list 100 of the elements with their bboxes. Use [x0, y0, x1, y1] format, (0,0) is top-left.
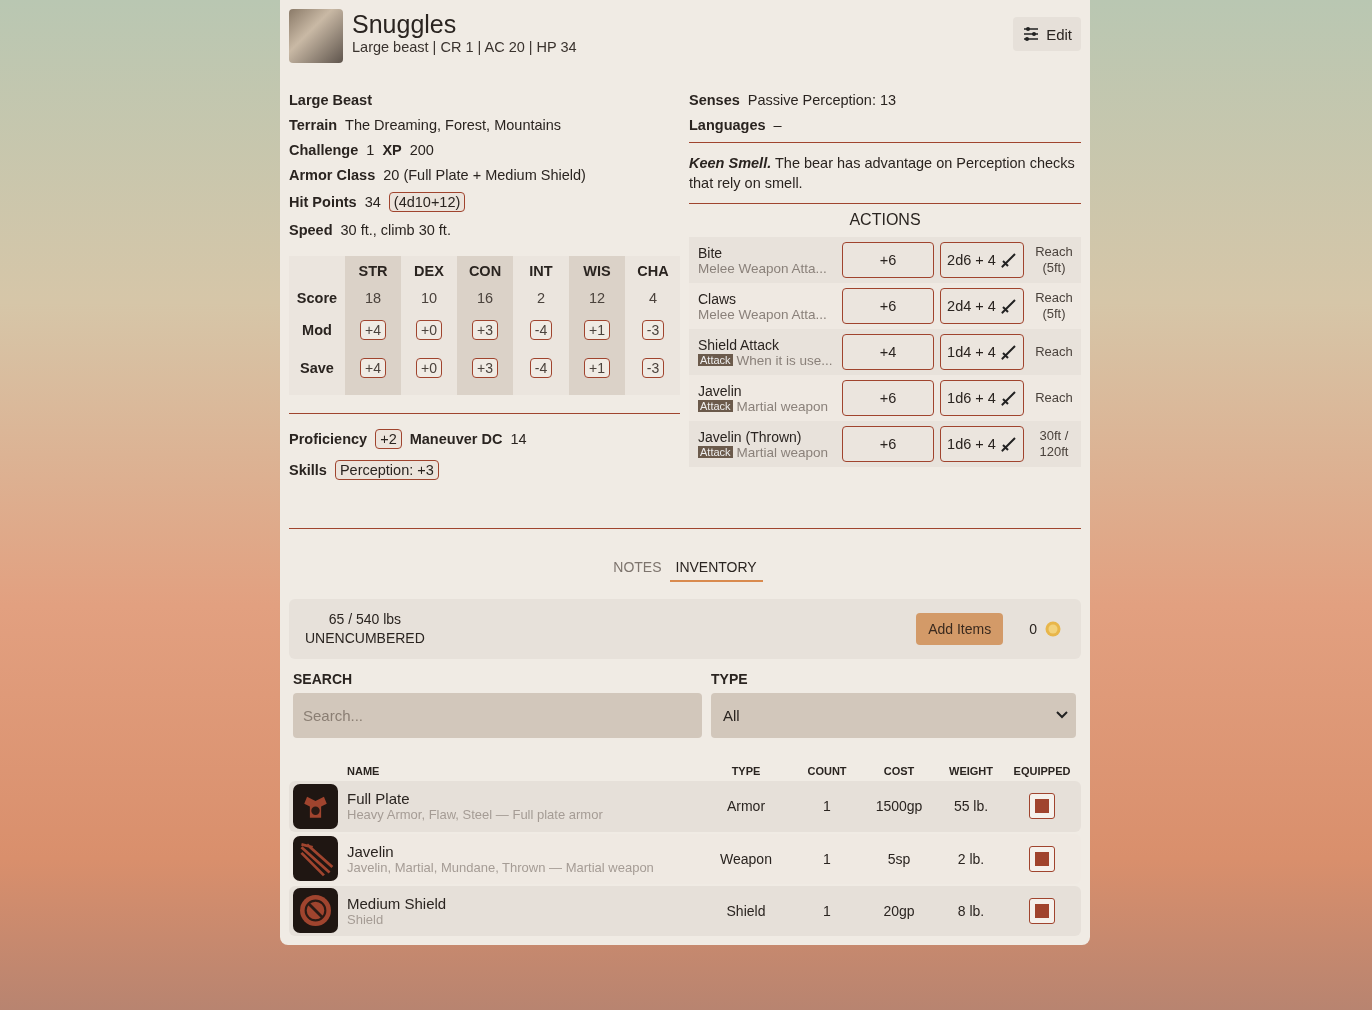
creature-type: Large Beast [289, 91, 372, 108]
encumbrance-status: UNENCUMBERED [305, 630, 425, 647]
item-description: Javelin, Martial, Mundane, Thrown — Martial weapon [347, 859, 655, 875]
action-range: Reach [1034, 344, 1074, 360]
field-label: Proficiency [289, 431, 368, 447]
modifier-button[interactable]: +4 [360, 320, 386, 340]
edit-button[interactable]: Edit [1013, 17, 1081, 51]
field-label: Terrain [289, 116, 338, 133]
action-description: Melee Weapon Atta... [698, 260, 827, 276]
modifier-button[interactable]: +1 [584, 320, 610, 340]
table-cell-text: Weapon [719, 850, 773, 867]
field-label: Senses [689, 91, 740, 108]
ability-name: DEX [414, 262, 444, 281]
ability-score: 2 [536, 289, 546, 308]
trait-text: Keen Smell. The bear has advantage on Perception checks that rely on smell. [689, 155, 1075, 191]
modifier-button[interactable]: -3 [641, 320, 665, 340]
table-cell-text: Shield [725, 902, 767, 919]
field-value: 34 [364, 194, 381, 210]
actions-heading: ACTIONS [848, 211, 922, 229]
search-label: SEARCH [293, 670, 354, 687]
action-name: Javelin (Thrown) [698, 428, 803, 445]
row-label: Score [296, 289, 338, 308]
table-cell-text: 1 [822, 850, 832, 867]
attack-roll-button[interactable]: +6 [842, 426, 934, 462]
damage-roll-button[interactable]: 2d6 + 4 [940, 242, 1024, 278]
modifier-button[interactable]: -4 [529, 320, 553, 340]
ability-name: CON [468, 262, 502, 281]
field-value: 1 [366, 141, 375, 158]
table-cell-text: Armor [725, 798, 767, 815]
field-label: Hit Points [289, 194, 357, 210]
ability-name: CHA [637, 262, 669, 281]
table-cell-text: 8 lb. [956, 902, 986, 919]
ability-name: WIS [583, 262, 611, 281]
field-value: 20 (Full Plate + Medium Shield) [383, 166, 586, 183]
action-description: Martial weapon [736, 398, 829, 414]
save-button[interactable]: -3 [641, 358, 665, 378]
action-name: Shield Attack [698, 336, 780, 353]
action-range: Reach [1034, 390, 1074, 406]
table-cell-text: 20gp [882, 902, 916, 919]
field-value: 14 [510, 431, 527, 447]
action-range: Reach (5ft) [1034, 290, 1074, 322]
save-button[interactable]: +1 [584, 358, 610, 378]
column-header: WEIGHT [948, 764, 994, 777]
field-label: Maneuver DC [409, 431, 503, 447]
damage-roll-button[interactable]: 1d6 + 4 [940, 426, 1024, 462]
table-cell-text: 1500gp [874, 798, 924, 815]
item-name: Full Plate [347, 790, 411, 808]
ability-score: 4 [648, 289, 658, 308]
field-value: – [773, 116, 782, 133]
damage-roll-button[interactable]: 1d6 + 4 [940, 380, 1024, 416]
table-cell-text: 2 lb. [956, 850, 986, 867]
item-description: Shield [347, 911, 385, 927]
action-description: Martial weapon [736, 444, 829, 460]
action-name: Bite [698, 244, 724, 261]
field-value: The Dreaming, Forest, Mountains [345, 116, 562, 133]
table-cell-text: 55 lb. [952, 798, 990, 815]
attack-tag: Attack [698, 446, 733, 458]
save-button[interactable]: -4 [529, 358, 553, 378]
ability-name: STR [358, 262, 388, 281]
save-button[interactable]: +0 [416, 358, 442, 378]
field-label: Languages [689, 116, 766, 133]
attack-tag: Attack [698, 400, 733, 412]
hit-dice-button[interactable]: (4d10+12) [388, 192, 466, 212]
attack-roll-button[interactable]: +6 [842, 242, 934, 278]
attack-roll-button[interactable]: +4 [842, 334, 934, 370]
proficiency-button[interactable]: +2 [375, 429, 402, 449]
ability-score: 12 [588, 289, 606, 308]
creature-summary: Large beast | CR 1 | AC 20 | HP 34 [352, 39, 577, 55]
type-select[interactable]: All [711, 692, 1076, 738]
modifier-button[interactable]: +3 [472, 320, 498, 340]
column-header: NAME [347, 764, 381, 777]
skill-button[interactable]: Perception: +3 [334, 460, 439, 480]
ability-score: 18 [364, 289, 382, 308]
item-name: Medium Shield [347, 894, 448, 912]
search-field[interactable]: Search... [293, 692, 702, 738]
action-range: 30ft / 120ft [1038, 428, 1070, 460]
tab[interactable]: INVENTORY [669, 553, 763, 582]
save-button[interactable]: +4 [360, 358, 386, 378]
save-button[interactable]: +3 [472, 358, 498, 378]
type-label: TYPE [711, 670, 749, 687]
field-value: Passive Perception: 13 [747, 91, 897, 108]
item-name: Javelin [347, 842, 395, 860]
field-label: Skills [289, 462, 327, 478]
attack-roll-button[interactable]: +6 [842, 288, 934, 324]
carried-weight: 65 / 540 lbs [328, 611, 402, 628]
tab[interactable]: NOTES [607, 553, 668, 582]
action-description: Melee Weapon Atta... [698, 306, 827, 322]
ability-name: INT [529, 262, 553, 281]
field-label: Armor Class [289, 166, 376, 183]
action-name: Javelin [698, 382, 743, 399]
modifier-button[interactable]: +0 [416, 320, 442, 340]
attack-tag: Attack [698, 354, 733, 366]
table-cell-text: 1 [822, 902, 832, 919]
damage-roll-button[interactable]: 1d4 + 4 [940, 334, 1024, 370]
add-items-button[interactable]: Add Items [916, 612, 1004, 645]
column-header: COUNT [806, 764, 848, 777]
field-value: 30 ft., climb 30 ft. [340, 221, 451, 238]
field-value: 200 [409, 141, 434, 158]
attack-roll-button[interactable]: +6 [842, 380, 934, 416]
damage-roll-button[interactable]: 2d4 + 4 [940, 288, 1024, 324]
